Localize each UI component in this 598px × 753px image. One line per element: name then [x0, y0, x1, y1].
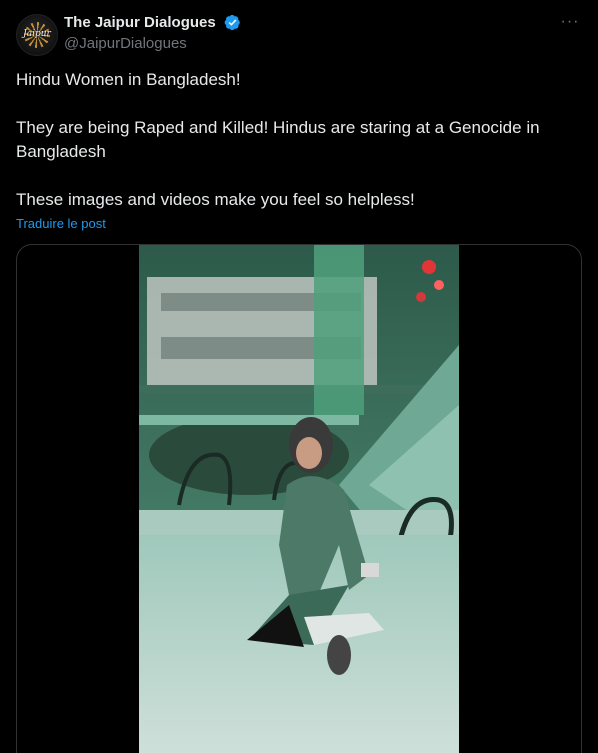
display-name[interactable]: The Jaipur Dialogues: [64, 14, 216, 31]
video-container[interactable]: [16, 244, 582, 753]
tweet-paragraph: Hindu Women in Bangladesh!: [16, 70, 241, 89]
tweet-paragraph: They are being Raped and Killed! Hindus …: [16, 118, 540, 161]
avatar[interactable]: Jaipur: [16, 14, 58, 56]
verified-badge-icon: [224, 15, 240, 31]
handle[interactable]: @JaipurDialogues: [64, 35, 241, 52]
video-frame-image: [139, 245, 459, 753]
avatar-logo-text: Jaipur: [23, 29, 51, 39]
author-info: The Jaipur Dialogues @JaipurDialogues: [64, 14, 241, 52]
tweet-paragraph: These images and videos make you feel so…: [16, 190, 415, 209]
video-player[interactable]: [139, 245, 459, 753]
more-icon[interactable]: ···: [558, 12, 582, 36]
translate-post-link[interactable]: Traduire le post: [16, 216, 106, 231]
tweet-text: Hindu Women in Bangladesh! They are bein…: [16, 68, 576, 212]
tweet: Jaipur The Jaipur Dialogues @JaipurDialo…: [0, 0, 598, 753]
